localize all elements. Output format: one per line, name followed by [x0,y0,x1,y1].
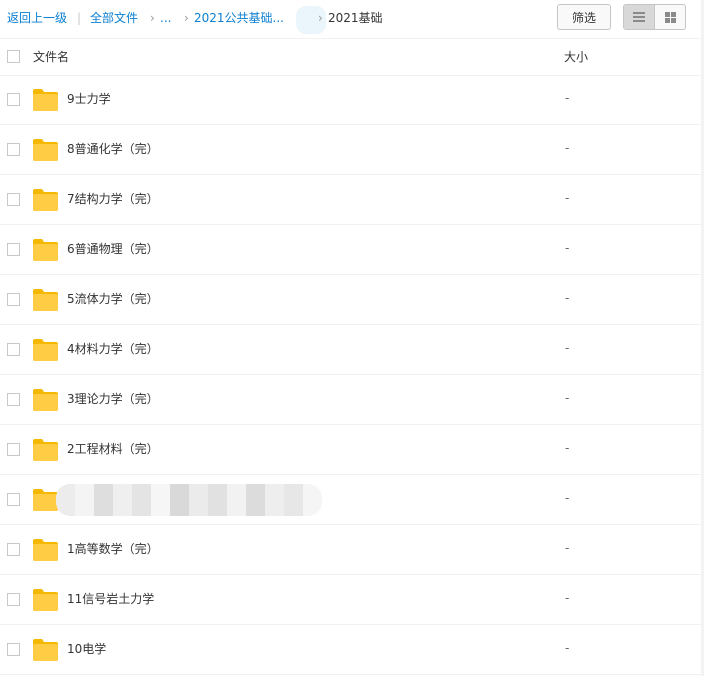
row-checkbox[interactable] [7,593,20,606]
row-checkbox[interactable] [7,543,20,556]
folder-icon [33,639,58,661]
file-name[interactable]: 6普通物理（完） [67,242,159,256]
table-row[interactable]: 11信号岩土力学 - [0,575,704,625]
table-row[interactable]: 8普通化学（完） - [0,125,704,175]
table-row[interactable]: 4材料力学（完） - [0,325,704,375]
row-checkbox[interactable] [7,193,20,206]
row-checkbox[interactable] [7,493,20,506]
grid-icon [664,11,676,23]
file-name[interactable]: 2工程材料（完） [67,442,159,456]
table-row[interactable]: 3理论力学（完） - [0,375,704,425]
file-size: - [565,291,570,305]
filter-button[interactable]: 筛选 [557,4,611,30]
file-name[interactable]: 8普通化学（完） [67,142,159,156]
row-checkbox[interactable] [7,393,20,406]
file-size: - [565,191,570,205]
row-checkbox[interactable] [7,93,20,106]
file-size: - [565,441,570,455]
folder-icon [33,389,58,411]
chevron-right-icon: › [184,11,189,25]
table-header: 文件名 大小 [0,38,704,76]
file-size: - [565,491,570,505]
row-checkbox[interactable] [7,443,20,456]
table-row[interactable]: 5流体力学（完） - [0,275,704,325]
row-checkbox[interactable] [7,343,20,356]
breadcrumb-current: 2021基础 [328,11,383,25]
table-row[interactable]: 7结构力学（完） - [0,175,704,225]
select-all-checkbox[interactable] [7,50,20,63]
file-name[interactable]: 7结构力学（完） [67,192,159,206]
folder-icon [33,589,58,611]
file-size: - [565,341,570,355]
folder-icon [33,539,58,561]
row-checkbox[interactable] [7,643,20,656]
column-header-name[interactable]: 文件名 [33,50,69,64]
chevron-right-icon: › [318,11,323,25]
file-size: - [565,541,570,555]
file-name[interactable]: 4材料力学（完） [67,342,159,356]
folder-icon [33,489,58,511]
table-row[interactable]: 2工程材料（完） - [0,425,704,475]
file-size: - [565,241,570,255]
grid-view-button[interactable] [654,5,685,29]
file-name[interactable]: 3理论力学（完） [67,392,159,406]
file-name[interactable]: 10电学 [67,642,106,656]
row-checkbox[interactable] [7,143,20,156]
back-link[interactable]: 返回上一级 [7,10,67,26]
all-files-link[interactable]: 全部文件 [90,10,138,26]
table-row[interactable]: 9士力学 - [0,75,704,125]
file-name[interactable]: 1高等数学（完） [67,542,159,556]
file-name[interactable]: 11信号岩土力学 [67,592,154,606]
folder-icon [33,89,58,111]
column-header-size[interactable]: 大小 [564,50,588,64]
file-size: - [565,641,570,655]
folder-icon [33,239,58,261]
table-row[interactable]: - [0,475,704,525]
folder-icon [33,289,58,311]
table-row[interactable]: 1高等数学（完） - [0,525,704,575]
folder-icon [33,339,58,361]
table-row[interactable]: 10电学 - [0,625,704,675]
file-name[interactable]: 9士力学 [67,92,111,106]
view-toggle [623,4,686,30]
folder-icon [33,139,58,161]
folder-icon [33,439,58,461]
redacted-file-name [56,484,322,516]
breadcrumb-bar: 返回上一级 | 全部文件 › ... › 2021公共基础... › 2021基… [0,0,704,39]
file-name[interactable]: 5流体力学（完） [67,292,159,306]
file-size: - [565,91,570,105]
breadcrumb-parent-link[interactable]: 2021公共基础... [194,10,284,26]
list-icon [633,12,645,22]
chevron-right-icon: › [150,11,155,25]
row-checkbox[interactable] [7,243,20,256]
breadcrumb-separator: | [77,11,82,25]
breadcrumb-ellipsis[interactable]: ... [160,10,171,26]
list-view-button[interactable] [624,5,654,29]
file-size: - [565,591,570,605]
file-size: - [565,391,570,405]
file-size: - [565,141,570,155]
folder-icon [33,189,58,211]
table-row[interactable]: 6普通物理（完） - [0,225,704,275]
row-checkbox[interactable] [7,293,20,306]
